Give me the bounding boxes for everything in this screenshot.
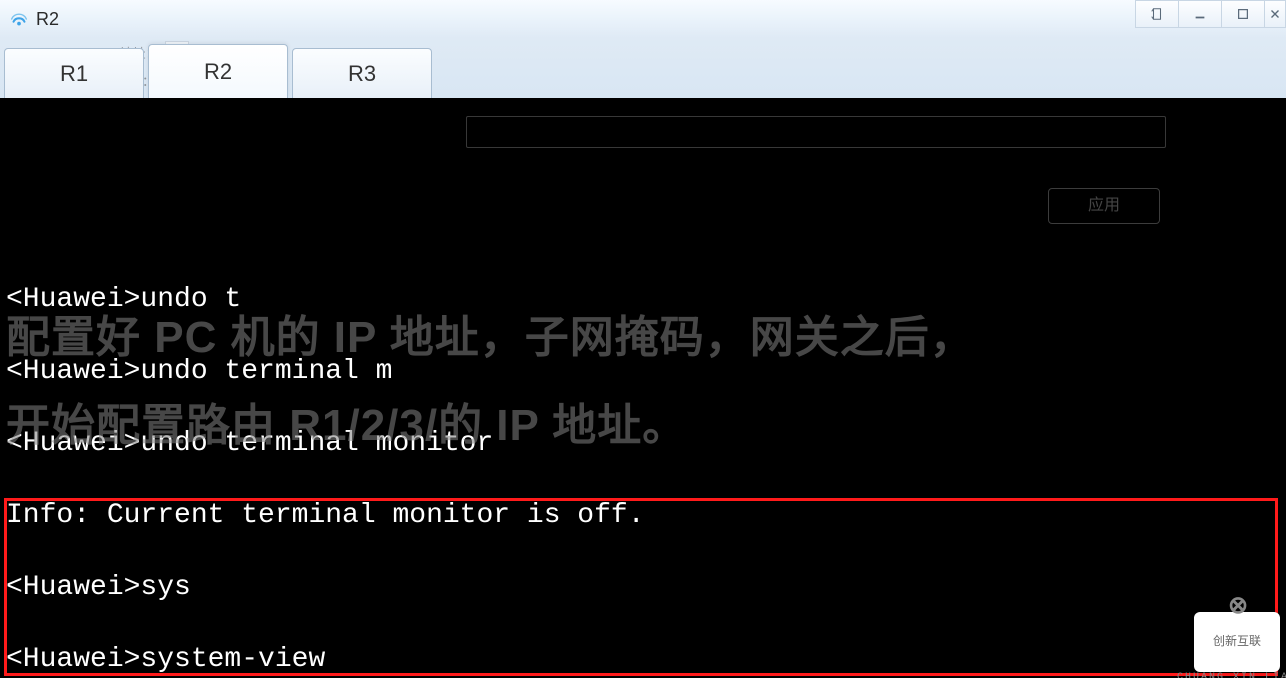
- terminal-line: <Huawei>undo terminal m: [6, 354, 1280, 390]
- app-icon: [8, 8, 30, 30]
- ghost-apply-button: 应用: [1048, 188, 1160, 224]
- ghost-text-line1: 配置好 PC 机的 IP 地址，子网掩码，网关之后，: [6, 320, 975, 356]
- tabs-bar: IPv6 地址： 前缀长度： 128 R1 R2 R3: [0, 38, 1286, 98]
- tab-r1[interactable]: R1: [4, 48, 144, 98]
- close-button[interactable]: [1264, 0, 1286, 28]
- tab-r2[interactable]: R2: [148, 44, 288, 98]
- window-title: R2: [36, 9, 59, 30]
- window-titlebar: R2: [0, 0, 1286, 38]
- ghost-input-box: [466, 116, 1166, 148]
- terminal-line: <Huawei>system-view: [6, 642, 1280, 678]
- watermark-logo: ⊗ 创新互联 CHUANG XIN LIAN: [1194, 612, 1280, 672]
- watermark-brand: 创新互联: [1213, 624, 1261, 660]
- terminal-line: Info: Current terminal monitor is off.: [6, 498, 1280, 534]
- tab-label: R1: [60, 61, 88, 87]
- tab-label: R3: [348, 61, 376, 87]
- terminal-line: <Huawei>undo terminal monitor: [6, 426, 1280, 462]
- maximize-button[interactable]: [1221, 0, 1265, 28]
- tab-r3[interactable]: R3: [292, 48, 432, 98]
- minimize-button[interactable]: [1178, 0, 1222, 28]
- watermark-sub: CHUANG XIN LIAN: [1177, 660, 1286, 678]
- terminal-line: <Huawei>sys: [6, 570, 1280, 606]
- terminal-output[interactable]: 应用 配置好 PC 机的 IP 地址，子网掩码，网关之后， 开始配置路由 R1/…: [0, 98, 1286, 678]
- tab-label: R2: [204, 59, 232, 85]
- watermark-icon: ⊗: [1228, 588, 1246, 624]
- window-controls: [1136, 0, 1286, 32]
- window-extra-button[interactable]: [1135, 0, 1179, 28]
- terminal-line: <Huawei>undo t: [6, 282, 1280, 318]
